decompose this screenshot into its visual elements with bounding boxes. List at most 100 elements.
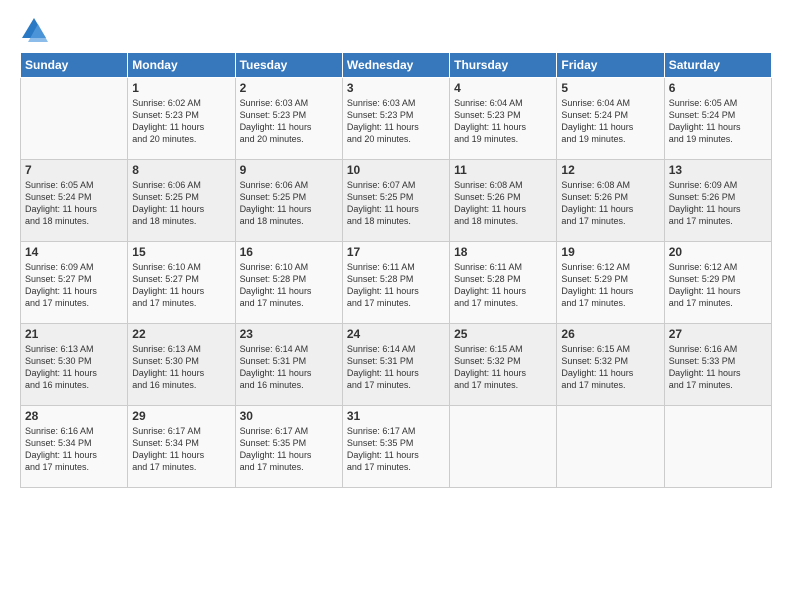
calendar-cell: 15 Sunrise: 6:10 AM Sunset: 5:27 PM Dayli… <box>128 242 235 324</box>
header <box>20 16 772 44</box>
cell-info: Sunrise: 6:15 AM Sunset: 5:32 PM Dayligh… <box>454 343 552 392</box>
cell-info: Sunrise: 6:09 AM Sunset: 5:27 PM Dayligh… <box>25 261 123 310</box>
day-number: 29 <box>132 409 230 423</box>
day-number: 27 <box>669 327 767 341</box>
calendar-cell: 9 Sunrise: 6:06 AM Sunset: 5:25 PM Daylig… <box>235 160 342 242</box>
day-number: 9 <box>240 163 338 177</box>
cell-info: Sunrise: 6:12 AM Sunset: 5:29 PM Dayligh… <box>561 261 659 310</box>
calendar-cell <box>664 406 771 488</box>
day-number: 17 <box>347 245 445 259</box>
cell-info: Sunrise: 6:17 AM Sunset: 5:35 PM Dayligh… <box>347 425 445 474</box>
calendar-cell <box>450 406 557 488</box>
calendar-cell: 25 Sunrise: 6:15 AM Sunset: 5:32 PM Dayli… <box>450 324 557 406</box>
calendar-cell: 14 Sunrise: 6:09 AM Sunset: 5:27 PM Dayli… <box>21 242 128 324</box>
calendar-cell: 26 Sunrise: 6:15 AM Sunset: 5:32 PM Dayli… <box>557 324 664 406</box>
header-cell-sunday: Sunday <box>21 53 128 78</box>
day-number: 19 <box>561 245 659 259</box>
cell-info: Sunrise: 6:17 AM Sunset: 5:35 PM Dayligh… <box>240 425 338 474</box>
day-number: 12 <box>561 163 659 177</box>
cell-info: Sunrise: 6:11 AM Sunset: 5:28 PM Dayligh… <box>454 261 552 310</box>
calendar-cell: 21 Sunrise: 6:13 AM Sunset: 5:30 PM Dayli… <box>21 324 128 406</box>
cell-info: Sunrise: 6:06 AM Sunset: 5:25 PM Dayligh… <box>240 179 338 228</box>
header-cell-monday: Monday <box>128 53 235 78</box>
cell-info: Sunrise: 6:17 AM Sunset: 5:34 PM Dayligh… <box>132 425 230 474</box>
day-number: 7 <box>25 163 123 177</box>
calendar-cell: 30Sunrise: 6:17 AM Sunset: 5:35 PM Dayli… <box>235 406 342 488</box>
cell-info: Sunrise: 6:14 AM Sunset: 5:31 PM Dayligh… <box>240 343 338 392</box>
cell-info: Sunrise: 6:09 AM Sunset: 5:26 PM Dayligh… <box>669 179 767 228</box>
cell-info: Sunrise: 6:10 AM Sunset: 5:28 PM Dayligh… <box>240 261 338 310</box>
header-cell-friday: Friday <box>557 53 664 78</box>
day-number: 31 <box>347 409 445 423</box>
header-cell-thursday: Thursday <box>450 53 557 78</box>
cell-info: Sunrise: 6:10 AM Sunset: 5:27 PM Dayligh… <box>132 261 230 310</box>
cell-info: Sunrise: 6:14 AM Sunset: 5:31 PM Dayligh… <box>347 343 445 392</box>
calendar-cell: 17 Sunrise: 6:11 AM Sunset: 5:28 PM Dayli… <box>342 242 449 324</box>
logo-icon <box>20 16 48 44</box>
day-number: 10 <box>347 163 445 177</box>
day-number: 13 <box>669 163 767 177</box>
calendar-cell: 29 Sunrise: 6:17 AM Sunset: 5:34 PM Dayli… <box>128 406 235 488</box>
cell-info: Sunrise: 6:11 AM Sunset: 5:28 PM Dayligh… <box>347 261 445 310</box>
cell-info: Sunrise: 6:13 AM Sunset: 5:30 PM Dayligh… <box>25 343 123 392</box>
calendar-body: 1Sunrise: 6:02 AM Sunset: 5:23 PM Daylig… <box>21 78 772 488</box>
cell-info: Sunrise: 6:02 AM Sunset: 5:23 PM Dayligh… <box>132 97 230 146</box>
day-number: 16 <box>240 245 338 259</box>
day-number: 15 <box>132 245 230 259</box>
cell-info: Sunrise: 6:06 AM Sunset: 5:25 PM Dayligh… <box>132 179 230 228</box>
week-row-2: 7 Sunrise: 6:05 AM Sunset: 5:24 PM Daylig… <box>21 160 772 242</box>
calendar-cell: 3 Sunrise: 6:03 AM Sunset: 5:23 PM Daylig… <box>342 78 449 160</box>
cell-info: Sunrise: 6:04 AM Sunset: 5:24 PM Dayligh… <box>561 97 659 146</box>
day-number: 2 <box>240 81 338 95</box>
calendar-cell: 24Sunrise: 6:14 AM Sunset: 5:31 PM Dayli… <box>342 324 449 406</box>
cell-info: Sunrise: 6:05 AM Sunset: 5:24 PM Dayligh… <box>25 179 123 228</box>
calendar-cell <box>21 78 128 160</box>
day-number: 3 <box>347 81 445 95</box>
calendar-cell: 11Sunrise: 6:08 AM Sunset: 5:26 PM Dayli… <box>450 160 557 242</box>
calendar-cell: 4 Sunrise: 6:04 AM Sunset: 5:23 PM Daylig… <box>450 78 557 160</box>
day-number: 5 <box>561 81 659 95</box>
calendar-cell: 23Sunrise: 6:14 AM Sunset: 5:31 PM Dayli… <box>235 324 342 406</box>
day-number: 26 <box>561 327 659 341</box>
calendar-cell: 8 Sunrise: 6:06 AM Sunset: 5:25 PM Daylig… <box>128 160 235 242</box>
cell-info: Sunrise: 6:12 AM Sunset: 5:29 PM Dayligh… <box>669 261 767 310</box>
page: SundayMondayTuesdayWednesdayThursdayFrid… <box>0 0 792 612</box>
calendar-cell: 20Sunrise: 6:12 AM Sunset: 5:29 PM Dayli… <box>664 242 771 324</box>
week-row-5: 28 Sunrise: 6:16 AM Sunset: 5:34 PM Dayli… <box>21 406 772 488</box>
day-number: 14 <box>25 245 123 259</box>
calendar-cell: 10Sunrise: 6:07 AM Sunset: 5:25 PM Dayli… <box>342 160 449 242</box>
calendar-cell: 18 Sunrise: 6:11 AM Sunset: 5:28 PM Dayli… <box>450 242 557 324</box>
cell-info: Sunrise: 6:03 AM Sunset: 5:23 PM Dayligh… <box>347 97 445 146</box>
calendar-cell: 6Sunrise: 6:05 AM Sunset: 5:24 PM Daylig… <box>664 78 771 160</box>
week-row-4: 21 Sunrise: 6:13 AM Sunset: 5:30 PM Dayli… <box>21 324 772 406</box>
calendar-cell: 2 Sunrise: 6:03 AM Sunset: 5:23 PM Daylig… <box>235 78 342 160</box>
calendar-cell: 12 Sunrise: 6:08 AM Sunset: 5:26 PM Dayli… <box>557 160 664 242</box>
logo <box>20 16 50 44</box>
calendar-cell: 31 Sunrise: 6:17 AM Sunset: 5:35 PM Dayli… <box>342 406 449 488</box>
cell-info: Sunrise: 6:16 AM Sunset: 5:34 PM Dayligh… <box>25 425 123 474</box>
calendar-cell: 27 Sunrise: 6:16 AM Sunset: 5:33 PM Dayli… <box>664 324 771 406</box>
day-number: 8 <box>132 163 230 177</box>
cell-info: Sunrise: 6:05 AM Sunset: 5:24 PM Dayligh… <box>669 97 767 146</box>
calendar-cell: 1Sunrise: 6:02 AM Sunset: 5:23 PM Daylig… <box>128 78 235 160</box>
day-number: 4 <box>454 81 552 95</box>
calendar-cell: 19 Sunrise: 6:12 AM Sunset: 5:29 PM Dayli… <box>557 242 664 324</box>
day-number: 21 <box>25 327 123 341</box>
cell-info: Sunrise: 6:08 AM Sunset: 5:26 PM Dayligh… <box>561 179 659 228</box>
day-number: 22 <box>132 327 230 341</box>
calendar-cell: 13 Sunrise: 6:09 AM Sunset: 5:26 PM Dayli… <box>664 160 771 242</box>
cell-info: Sunrise: 6:15 AM Sunset: 5:32 PM Dayligh… <box>561 343 659 392</box>
cell-info: Sunrise: 6:16 AM Sunset: 5:33 PM Dayligh… <box>669 343 767 392</box>
calendar-cell: 5 Sunrise: 6:04 AM Sunset: 5:24 PM Daylig… <box>557 78 664 160</box>
calendar-cell: 16 Sunrise: 6:10 AM Sunset: 5:28 PM Dayli… <box>235 242 342 324</box>
calendar-table: SundayMondayTuesdayWednesdayThursdayFrid… <box>20 52 772 488</box>
header-cell-tuesday: Tuesday <box>235 53 342 78</box>
calendar-header: SundayMondayTuesdayWednesdayThursdayFrid… <box>21 53 772 78</box>
day-number: 25 <box>454 327 552 341</box>
cell-info: Sunrise: 6:04 AM Sunset: 5:23 PM Dayligh… <box>454 97 552 146</box>
day-number: 18 <box>454 245 552 259</box>
week-row-1: 1Sunrise: 6:02 AM Sunset: 5:23 PM Daylig… <box>21 78 772 160</box>
cell-info: Sunrise: 6:08 AM Sunset: 5:26 PM Dayligh… <box>454 179 552 228</box>
cell-info: Sunrise: 6:03 AM Sunset: 5:23 PM Dayligh… <box>240 97 338 146</box>
day-number: 28 <box>25 409 123 423</box>
